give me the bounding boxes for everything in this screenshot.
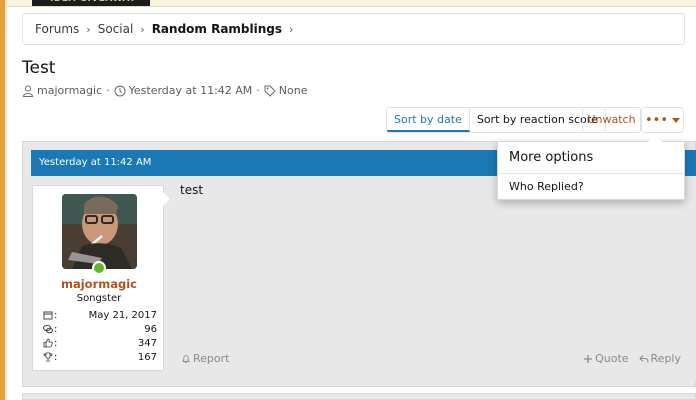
breadcrumb-item-random-ramblings[interactable]: Random Ramblings: [152, 22, 282, 36]
giveaway-banner-logo[interactable]: IDEA GIVEAWAY: [32, 0, 150, 6]
stat-messages: : 96: [43, 322, 157, 336]
post-actions-left: Report: [181, 352, 229, 365]
trophy-icon: [43, 352, 53, 362]
breadcrumb-item-social[interactable]: Social: [98, 22, 134, 36]
breadcrumb-item-forums[interactable]: Forums: [35, 22, 79, 36]
sort-toolbar: Sort by date Sort by reaction score: [386, 107, 606, 133]
calendar-icon: [43, 311, 53, 320]
post-content: test: [180, 183, 204, 197]
reply-label: Reply: [650, 352, 681, 365]
thread-meta: majormagic · Yesterday at 11:42 AM · Non…: [22, 84, 308, 97]
stat-trophies: : 167: [43, 350, 157, 364]
menu-item-who-replied[interactable]: Who Replied?: [498, 174, 684, 200]
stat-value: 96: [144, 323, 157, 335]
thread-author-link[interactable]: majormagic: [37, 84, 102, 97]
unwatch-button[interactable]: Unwatch: [582, 107, 641, 133]
user-card-notch: [163, 192, 170, 206]
separator-dot: ·: [256, 84, 260, 97]
more-options-button[interactable]: •••: [641, 107, 684, 133]
page-title: Test: [22, 58, 56, 78]
user-title: Songster: [76, 293, 122, 304]
stat-value: May 21, 2017: [88, 309, 157, 321]
post-actions-right: Quote Reply: [573, 352, 681, 365]
avatar[interactable]: [62, 194, 137, 269]
bell-icon: [182, 354, 190, 363]
chevron-right-icon: ›: [289, 22, 294, 36]
sort-by-date-tab[interactable]: Sort by date: [387, 108, 470, 132]
stat-value: 347: [137, 337, 157, 349]
user-stats: : May 21, 2017 : 96 : 347: 167: [43, 308, 157, 364]
breadcrumb: Forums › Social › Random Ramblings ›: [22, 13, 685, 45]
online-status-indicator: [92, 261, 106, 275]
tags-icon: [264, 85, 276, 97]
menu-header: More options: [498, 142, 684, 174]
more-options-menu: More options Who Replied?: [497, 135, 685, 200]
stat-label: :: [54, 337, 58, 349]
stat-reactions: : 347: [43, 336, 157, 350]
report-label: Report: [193, 352, 230, 365]
thumbs-up-icon: [43, 338, 53, 348]
thread-tags-value: None: [278, 84, 308, 97]
reply-icon: [638, 354, 649, 363]
stat-joined: : May 21, 2017: [43, 308, 157, 322]
chevron-right-icon: ›: [86, 22, 91, 36]
report-link[interactable]: Report: [181, 352, 229, 365]
quote-label: Quote: [595, 352, 629, 365]
chevron-right-icon: ›: [140, 22, 145, 36]
post-username-link[interactable]: majormagic: [33, 277, 165, 291]
stat-label: :: [54, 309, 58, 321]
caret-down-icon: [672, 117, 680, 123]
stat-label: :: [54, 323, 58, 335]
plus-icon: [584, 354, 593, 363]
thread-date-link[interactable]: Yesterday at 11:42 AM: [129, 84, 253, 97]
next-post-edge: [22, 393, 696, 400]
user-card: majormagic Songster : May 21, 2017 : 96: [32, 185, 170, 371]
post-body: majormagic Songster : May 21, 2017 : 96: [31, 176, 696, 382]
separator-dot: ·: [106, 84, 110, 97]
user-icon: [22, 85, 34, 97]
left-accent-bar-inner: [5, 0, 7, 400]
quote-link[interactable]: Quote: [583, 352, 629, 365]
avatar-image: [62, 194, 137, 269]
stat-value: 167: [137, 351, 157, 363]
stat-label: :: [54, 351, 58, 363]
ellipsis-icon: •••: [644, 112, 668, 128]
messages-icon: [43, 324, 53, 334]
clock-icon: [114, 85, 126, 96]
menu-pointer: [648, 135, 662, 142]
reply-link[interactable]: Reply: [638, 352, 681, 365]
